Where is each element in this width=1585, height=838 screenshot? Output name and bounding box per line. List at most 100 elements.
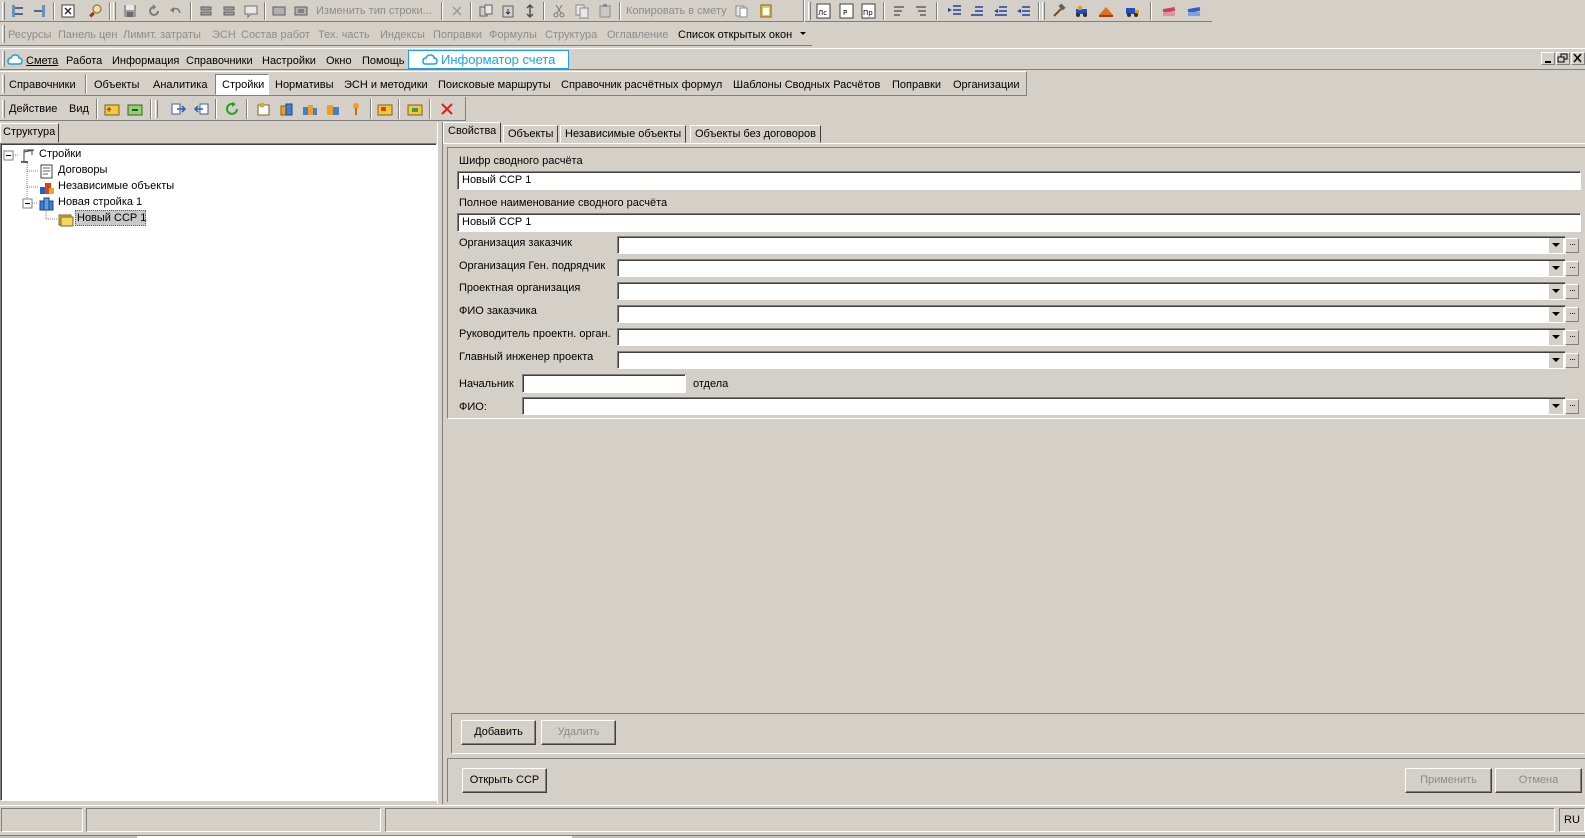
nav-corrections[interactable]: Поправки bbox=[433, 27, 482, 43]
copy-row-icon[interactable] bbox=[475, 1, 497, 21]
customer-org-dropdown-icon[interactable] bbox=[1549, 238, 1563, 253]
row-type2-icon[interactable] bbox=[290, 1, 312, 21]
chief-engineer-dropdown-icon[interactable] bbox=[1549, 353, 1563, 368]
refresh-icon[interactable] bbox=[143, 1, 165, 21]
apply-button[interactable]: Применить bbox=[1405, 768, 1492, 793]
ref-tab-analytics[interactable]: Аналитика bbox=[153, 77, 207, 93]
nav-indexes[interactable]: Индексы bbox=[380, 27, 425, 43]
delete-icon[interactable] bbox=[436, 99, 458, 119]
tab-properties[interactable]: Свойства bbox=[443, 122, 502, 143]
restore-button[interactable] bbox=[1556, 52, 1570, 65]
action-menu[interactable]: Действие bbox=[9, 102, 57, 116]
nav-esn[interactable]: ЭСН bbox=[212, 27, 236, 43]
new-object-icon[interactable] bbox=[253, 99, 275, 119]
design-head-ellipsis-button[interactable]: ··· bbox=[1565, 330, 1579, 345]
design-head-dropdown-icon[interactable] bbox=[1549, 330, 1563, 345]
folder-add-icon[interactable] bbox=[124, 99, 146, 119]
ref-tab-constructions[interactable]: Стройки bbox=[222, 77, 264, 93]
nav-contents[interactable]: Оглавление bbox=[607, 27, 668, 43]
nav-work-composition[interactable]: Состав работ bbox=[241, 27, 310, 43]
nav-resources[interactable]: Ресурсы bbox=[8, 27, 51, 43]
key-icon[interactable] bbox=[345, 99, 367, 119]
fullname-field[interactable]: Новый ССР 1 bbox=[457, 213, 1581, 232]
r-doc-icon[interactable]: Р bbox=[836, 1, 858, 21]
cancel-button[interactable]: Отмена bbox=[1495, 768, 1582, 793]
chief-engineer-combo[interactable] bbox=[617, 351, 1566, 369]
paste-row-icon[interactable] bbox=[497, 1, 519, 21]
ref-tab-formulas[interactable]: Справочник расчётных формул bbox=[561, 77, 722, 93]
outdent-icon[interactable] bbox=[990, 1, 1012, 21]
ref-tab-corrections[interactable]: Поправки bbox=[892, 77, 941, 93]
close-x-icon[interactable] bbox=[446, 1, 468, 21]
tree-independent-objects[interactable]: Независимые объекты bbox=[58, 179, 174, 194]
customer-org-combo[interactable] bbox=[617, 236, 1566, 254]
minimize-button[interactable] bbox=[1541, 52, 1555, 65]
nav-tech-part[interactable]: Тех. часть bbox=[318, 27, 370, 43]
panel-splitter[interactable] bbox=[437, 122, 443, 804]
search-icon[interactable] bbox=[84, 1, 106, 21]
menu-work[interactable]: Работа bbox=[66, 53, 102, 69]
machine-icon[interactable] bbox=[1071, 1, 1093, 21]
structure-tree-panel[interactable]: Стройки Договоры Независимые объекты Нов… bbox=[0, 143, 437, 801]
ref-tab-esn[interactable]: ЭСН и методики bbox=[344, 77, 428, 93]
gen-contractor-dropdown-icon[interactable] bbox=[1549, 261, 1563, 276]
menu-settings[interactable]: Настройки bbox=[262, 53, 316, 69]
nav-limit-costs[interactable]: Лимит. затраты bbox=[123, 27, 201, 43]
folder-tree-icon[interactable] bbox=[404, 99, 426, 119]
ref-tab-search-routes[interactable]: Поисковые маршруты bbox=[438, 77, 551, 93]
ref-tab-templates[interactable]: Шаблоны Сводных Расчётов bbox=[733, 77, 880, 93]
structure-tab[interactable]: Структура bbox=[0, 123, 59, 143]
tree-insert-icon[interactable] bbox=[29, 1, 51, 21]
chief-field[interactable] bbox=[522, 374, 686, 393]
menu-window[interactable]: Окно bbox=[326, 53, 352, 69]
copy-to-estimate-button[interactable]: Копировать в смету bbox=[626, 2, 727, 20]
tree-add-icon[interactable] bbox=[7, 1, 29, 21]
row-insert-icon[interactable] bbox=[218, 1, 240, 21]
fio-ellipsis-button[interactable]: ··· bbox=[1565, 399, 1579, 414]
change-row-type-button[interactable]: Изменить тип строки... bbox=[316, 2, 432, 20]
customer-name-combo[interactable] bbox=[617, 305, 1566, 323]
ref-tab-objects[interactable]: Объекты bbox=[94, 77, 139, 93]
ref-tab-organizations[interactable]: Организации bbox=[953, 77, 1020, 93]
tree-new-ssr[interactable]: Новый ССР 1 bbox=[77, 211, 146, 226]
design-org-dropdown-icon[interactable] bbox=[1549, 284, 1563, 299]
books-blue-icon[interactable] bbox=[1183, 1, 1205, 21]
tab-objects-no-contracts[interactable]: Объекты без договоров bbox=[690, 125, 821, 143]
comment-icon[interactable] bbox=[240, 1, 262, 21]
gen-contractor-combo[interactable] bbox=[617, 259, 1566, 277]
buildings-icon[interactable] bbox=[299, 99, 321, 119]
row-type-icon[interactable] bbox=[268, 1, 290, 21]
move-left-icon[interactable] bbox=[190, 99, 212, 119]
fio-dropdown-icon[interactable] bbox=[1549, 399, 1563, 414]
folder-up-icon[interactable] bbox=[101, 99, 123, 119]
view-menu[interactable]: Вид bbox=[69, 102, 89, 116]
nav-formulas[interactable]: Формулы bbox=[489, 27, 537, 43]
books-red-icon[interactable] bbox=[1158, 1, 1180, 21]
paste-icon[interactable] bbox=[594, 1, 616, 21]
customer-name-dropdown-icon[interactable] bbox=[1549, 307, 1563, 322]
indent-icon[interactable] bbox=[944, 1, 966, 21]
sort-icon[interactable] bbox=[888, 1, 910, 21]
folder-star-icon[interactable] bbox=[374, 99, 396, 119]
tab-independent-objects[interactable]: Независимые объекты bbox=[560, 125, 687, 143]
material-icon[interactable] bbox=[1095, 1, 1117, 21]
close-window-button[interactable] bbox=[1571, 52, 1585, 65]
informer-button[interactable]: Информатор счета bbox=[408, 50, 569, 69]
copy-doc-icon[interactable] bbox=[731, 1, 753, 21]
design-org-ellipsis-button[interactable]: ··· bbox=[1565, 284, 1579, 299]
open-ssr-button[interactable]: Открыть ССР bbox=[462, 768, 547, 793]
customer-org-ellipsis-button[interactable]: ··· bbox=[1565, 238, 1579, 253]
outdent2-icon[interactable] bbox=[1013, 1, 1035, 21]
building-add-icon[interactable] bbox=[276, 99, 298, 119]
fio-combo[interactable] bbox=[522, 397, 1566, 415]
chief-engineer-ellipsis-button[interactable]: ··· bbox=[1565, 353, 1579, 368]
ref-tab-references[interactable]: Справочники bbox=[9, 77, 76, 93]
code-field[interactable]: Новый ССР 1 bbox=[457, 171, 1581, 190]
dropdown-arrow-icon[interactable] bbox=[800, 32, 806, 36]
save-icon[interactable] bbox=[119, 1, 141, 21]
gen-contractor-ellipsis-button[interactable]: ··· bbox=[1565, 261, 1579, 276]
refresh-green-icon[interactable] bbox=[222, 99, 244, 119]
pr-doc-icon[interactable]: Пр bbox=[858, 1, 880, 21]
ref-tab-norms[interactable]: Нормативы bbox=[275, 77, 334, 93]
cut-icon[interactable] bbox=[548, 1, 570, 21]
